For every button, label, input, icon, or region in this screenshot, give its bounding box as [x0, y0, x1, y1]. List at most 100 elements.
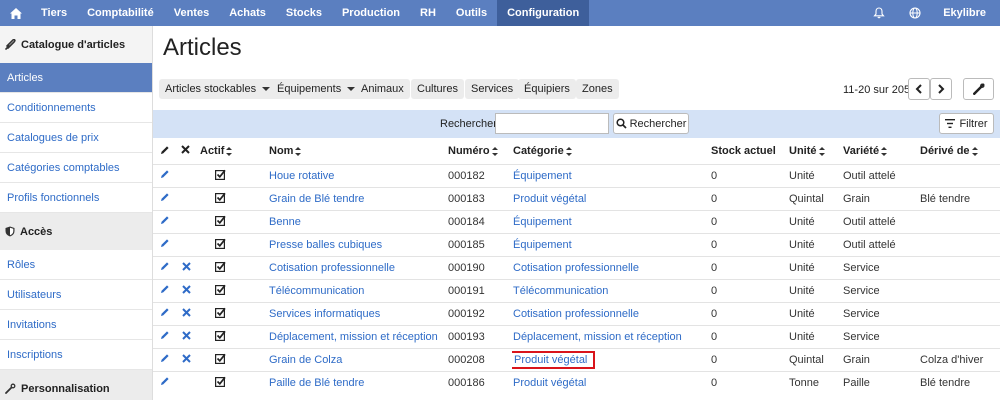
- article-name-link[interactable]: Services informatiques: [269, 308, 380, 320]
- nav-item-configuration[interactable]: Configuration: [497, 0, 590, 26]
- home-button[interactable]: [0, 0, 31, 26]
- column-nom[interactable]: Nom: [248, 139, 448, 164]
- column-unite[interactable]: Unité: [789, 139, 843, 164]
- table-cell: 0: [711, 186, 789, 210]
- article-name-link[interactable]: Grain de Colza: [269, 354, 342, 366]
- article-name-link[interactable]: Déplacement, mission et réception: [269, 331, 438, 343]
- cross-icon[interactable]: [182, 330, 191, 340]
- category-link[interactable]: Équipement: [513, 239, 572, 251]
- pencil-icon[interactable]: [160, 353, 170, 363]
- article-name-link[interactable]: Benne: [269, 216, 301, 228]
- next-page-button[interactable]: [930, 78, 952, 100]
- column-categorie[interactable]: Catégorie: [512, 139, 711, 164]
- category-link[interactable]: Équipement: [513, 170, 572, 182]
- category-link[interactable]: Produit végétal: [513, 193, 586, 205]
- filter-button[interactable]: Filtrer: [939, 113, 994, 134]
- filter-zones[interactable]: Zones: [576, 79, 619, 99]
- table-cell: Presse balles cubiques: [248, 232, 448, 256]
- column-actif[interactable]: Actif: [200, 139, 248, 164]
- table-row: Grain de Colza 000208 Produit végétal 0 Quin…: [153, 347, 1000, 371]
- article-name-link[interactable]: Presse balles cubiques: [269, 239, 382, 251]
- filter-equipements[interactable]: Équipements: [271, 79, 362, 99]
- table-cell: Service: [843, 301, 920, 325]
- pencil-icon[interactable]: [160, 330, 170, 340]
- cross-icon[interactable]: [182, 353, 191, 363]
- sidebar-item-articles[interactable]: Articles: [0, 63, 152, 93]
- table-cell: 000191: [448, 278, 512, 302]
- nav-item-ventes[interactable]: Ventes: [164, 0, 219, 26]
- sidebar-item-roles[interactable]: Rôles: [0, 250, 152, 280]
- checkbox-checked-icon: [215, 376, 226, 387]
- sidebar-item-categories-comptables[interactable]: Catégories comptables: [0, 153, 152, 183]
- filter-articles-stockables[interactable]: Articles stockables: [159, 79, 277, 99]
- stock-value: 0: [711, 284, 718, 297]
- column-numero[interactable]: Numéro: [448, 139, 512, 164]
- category-link[interactable]: Produit végétal: [513, 377, 586, 389]
- cross-icon[interactable]: [182, 284, 191, 294]
- filter-animaux[interactable]: Animaux: [355, 79, 410, 99]
- derived-from-value: Blé tendre: [920, 192, 971, 205]
- notifications-button[interactable]: [861, 0, 897, 26]
- edit-column-header: [153, 139, 178, 164]
- nav-item-achats[interactable]: Achats: [219, 0, 276, 26]
- sidebar-item-utilisateurs[interactable]: Utilisateurs: [0, 280, 152, 310]
- table-cell: Benne: [248, 209, 448, 233]
- search-button[interactable]: Rechercher: [613, 113, 689, 134]
- table-cell: 0: [711, 255, 789, 279]
- sidebar-item-invitations[interactable]: Invitations: [0, 310, 152, 340]
- filter-cultures[interactable]: Cultures: [411, 79, 464, 99]
- pencil-icon[interactable]: [160, 169, 170, 179]
- column-variete[interactable]: Variété: [843, 139, 920, 164]
- sidebar-section-title: Accès: [20, 225, 53, 238]
- bell-icon: [873, 7, 885, 19]
- pencil-icon[interactable]: [160, 376, 170, 386]
- article-name-link[interactable]: Paille de Blé tendre: [269, 377, 364, 389]
- article-name-link[interactable]: Grain de Blé tendre: [269, 193, 364, 205]
- nav-item-tiers[interactable]: Tiers: [31, 0, 77, 26]
- stock-value: 0: [711, 215, 718, 228]
- cross-icon: [181, 145, 190, 154]
- category-link[interactable]: Cotisation professionnelle: [513, 308, 639, 320]
- article-name-link[interactable]: Houe rotative: [269, 170, 334, 182]
- article-name-link[interactable]: Cotisation professionnelle: [269, 262, 395, 274]
- nav-item-outils[interactable]: Outils: [446, 0, 497, 26]
- pencil-icon[interactable]: [160, 284, 170, 294]
- pencil-icon[interactable]: [160, 307, 170, 317]
- settings-button[interactable]: [963, 78, 994, 100]
- category-link[interactable]: Équipement: [513, 216, 572, 228]
- filter-equipiers[interactable]: Équipiers: [518, 79, 576, 99]
- stock-value: 0: [711, 353, 718, 366]
- category-link[interactable]: Déplacement, mission et réception: [513, 331, 682, 343]
- nav-item-production[interactable]: Production: [332, 0, 410, 26]
- sort-icon: [226, 146, 233, 156]
- pencil-icon[interactable]: [160, 261, 170, 271]
- article-name-link[interactable]: Télécommunication: [269, 285, 364, 297]
- nav-item-comptabilit-[interactable]: Comptabilité: [77, 0, 164, 26]
- cross-icon[interactable]: [182, 261, 191, 271]
- user-menu[interactable]: Ekylibre: [933, 0, 1000, 26]
- cross-icon[interactable]: [182, 307, 191, 317]
- nav-item-stocks[interactable]: Stocks: [276, 0, 332, 26]
- sidebar-item-conditionnements[interactable]: Conditionnements: [0, 93, 152, 123]
- table-cell: Service: [843, 255, 920, 279]
- table-cell: Houe rotative: [248, 163, 448, 187]
- language-button[interactable]: [897, 0, 933, 26]
- sidebar-item-catalogues-de-prix[interactable]: Catalogues de prix: [0, 123, 152, 153]
- caret-down-icon: [262, 87, 271, 91]
- search-input[interactable]: [495, 113, 609, 134]
- filter-services[interactable]: Services: [465, 79, 520, 99]
- category-link[interactable]: Cotisation professionnelle: [513, 262, 639, 274]
- column-derive[interactable]: Dérivé de: [920, 139, 1000, 164]
- sidebar-item-profils-fonctionnels[interactable]: Profils fonctionnels: [0, 183, 152, 213]
- table-cell: [178, 301, 200, 325]
- category-link[interactable]: Télécommunication: [513, 285, 608, 297]
- pencil-icon[interactable]: [160, 238, 170, 248]
- sidebar-item-inscriptions[interactable]: Inscriptions: [0, 340, 152, 370]
- table-cell: [920, 209, 1000, 233]
- table-cell: 0: [711, 209, 789, 233]
- nav-item-rh[interactable]: RH: [410, 0, 446, 26]
- pencil-icon[interactable]: [160, 192, 170, 202]
- pencil-icon[interactable]: [160, 215, 170, 225]
- category-link[interactable]: Produit végétal: [512, 350, 596, 369]
- prev-page-button[interactable]: [908, 78, 930, 100]
